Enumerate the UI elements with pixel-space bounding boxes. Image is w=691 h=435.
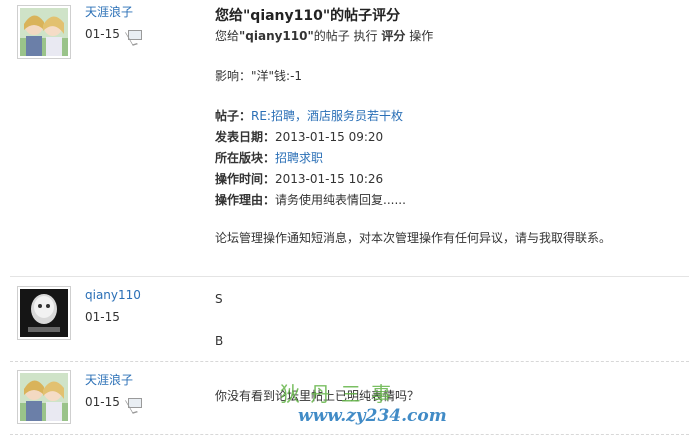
message-divider bbox=[10, 276, 689, 277]
sender-name-link[interactable]: 天涯浪子 bbox=[85, 4, 142, 20]
avatar[interactable] bbox=[17, 286, 71, 340]
message-content: 你没有看到论坛里帖上已明纯表情吗？ bbox=[215, 388, 419, 404]
avatar-image bbox=[20, 289, 68, 337]
subtitle-prefix: 您给 bbox=[215, 29, 240, 43]
subtitle-action: 评分 bbox=[381, 29, 406, 43]
sender-info: qiany110 01-15 bbox=[85, 287, 141, 325]
watermark-url: www.zy234.com bbox=[298, 406, 447, 426]
subtitle-end: 操作 bbox=[405, 29, 434, 43]
sender-name-link[interactable]: qiany110 bbox=[85, 287, 141, 303]
avatar[interactable] bbox=[17, 5, 71, 59]
message-text: 你没有看到论坛里帖上已明纯表情吗？ bbox=[215, 389, 420, 403]
message-line: B bbox=[215, 334, 224, 348]
mail-icon[interactable] bbox=[127, 29, 142, 40]
post-label: 帖子： bbox=[215, 109, 252, 123]
date-value: 2013-01-15 09:20 bbox=[275, 130, 384, 144]
message-line: S bbox=[215, 292, 223, 306]
message-divider bbox=[10, 361, 689, 362]
sender-info: 天涯浪子 01-15 bbox=[85, 372, 142, 410]
reason-row: 操作理由：请务使用纯表情回复...... bbox=[215, 192, 611, 208]
influence-line: 影响："洋"钱:-1 bbox=[215, 69, 303, 83]
post-link[interactable]: RE:招聘，酒店服务员若干枚 bbox=[251, 109, 403, 123]
avatar[interactable] bbox=[17, 370, 71, 424]
sender-name-link[interactable]: 天涯浪子 bbox=[85, 372, 142, 388]
message-content: S B bbox=[215, 291, 223, 349]
optime-row: 操作时间：2013-01-15 10:26 bbox=[215, 171, 611, 187]
board-row: 所在版块：招聘求职 bbox=[215, 150, 611, 166]
optime-value: 2013-01-15 10:26 bbox=[275, 172, 384, 186]
message-subtitle: 您给"qiany110"的帖子 执行 评分 操作 bbox=[215, 28, 611, 44]
message-content: 您给"qiany110"的帖子评分 您给"qiany110"的帖子 执行 评分 … bbox=[215, 8, 611, 246]
post-row: 帖子：RE:招聘，酒店服务员若干枚 bbox=[215, 108, 611, 124]
reason-value: 请务使用纯表情回复...... bbox=[275, 193, 406, 207]
message-thread: 天涯浪子 01-15 您给"qiany110"的帖子评分 您给"qiany110… bbox=[0, 0, 691, 435]
board-label: 所在版块： bbox=[215, 151, 276, 165]
message-date: 01-15 bbox=[85, 27, 120, 41]
reason-label: 操作理由： bbox=[215, 193, 276, 207]
avatar-image bbox=[20, 8, 68, 56]
watermark: 狄 丹 三 事 www.zy234.com bbox=[280, 378, 490, 430]
board-link[interactable]: 招聘求职 bbox=[275, 151, 323, 165]
mail-icon[interactable] bbox=[127, 397, 142, 408]
subtitle-mid: 的帖子 执行 bbox=[313, 29, 382, 43]
message-title: 您给"qiany110"的帖子评分 bbox=[215, 8, 401, 24]
optime-label: 操作时间： bbox=[215, 172, 276, 186]
message-date: 01-15 bbox=[85, 310, 120, 324]
notice-text: 论坛管理操作通知短消息，对本次管理操作有任何异议，请与我取得联系。 bbox=[215, 231, 612, 245]
sender-info: 天涯浪子 01-15 bbox=[85, 4, 142, 42]
date-label: 发表日期： bbox=[215, 130, 276, 144]
avatar-image bbox=[20, 373, 68, 421]
date-row: 发表日期：2013-01-15 09:20 bbox=[215, 129, 611, 145]
subtitle-user: "qiany110" bbox=[239, 29, 314, 43]
message-date: 01-15 bbox=[85, 395, 120, 409]
